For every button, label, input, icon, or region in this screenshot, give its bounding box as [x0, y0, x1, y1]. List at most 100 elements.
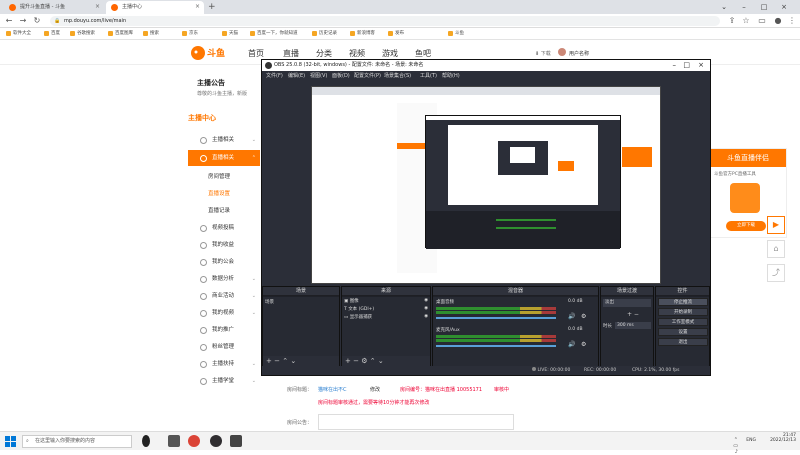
browser-tab-0[interactable]: 提升斗鱼直播 - 斗鱼 × — [4, 1, 104, 14]
language-indicator[interactable]: ENG — [746, 438, 756, 443]
settings-button[interactable]: 设置 — [658, 328, 708, 336]
chrome-icon[interactable] — [188, 435, 200, 447]
bookmark-item[interactable]: 谷歌搜索 — [70, 30, 95, 36]
sidebar-item-anchor[interactable]: 主播相关 ⌄ — [188, 132, 260, 148]
close-icon[interactable]: × — [698, 60, 704, 71]
obs-taskbar-icon[interactable] — [210, 435, 222, 447]
browser-tab-1[interactable]: 主播中心 × — [106, 1, 204, 14]
play-float-button[interactable]: ▶ — [767, 216, 785, 234]
scene-item[interactable]: 场景 — [265, 299, 274, 305]
menu-file[interactable]: 文件(F) — [266, 71, 283, 81]
menu-view[interactable]: 视图(V) — [310, 71, 327, 81]
bookmark-item[interactable]: 搜索 — [143, 30, 159, 36]
app-taskbar-icon[interactable] — [230, 435, 242, 447]
window-close-icon[interactable]: × — [774, 1, 794, 13]
sidebar-item-live[interactable]: 直播相关 ⌃ — [188, 150, 260, 166]
transition-select[interactable]: 淡出 — [603, 299, 651, 307]
ad-download-button[interactable]: 立即下载 — [726, 221, 766, 231]
nav-home[interactable]: 首页 — [248, 48, 264, 59]
extension-icon[interactable]: ▭ — [756, 15, 768, 27]
sidebar-sub-room[interactable]: 房间管理 — [208, 172, 230, 180]
sidebar-item-fans[interactable]: 粉丝管理 — [188, 339, 260, 355]
star-icon[interactable]: ☆ — [740, 15, 752, 27]
minimize-icon[interactable]: – — [734, 1, 754, 13]
remove-icon[interactable]: − — [353, 357, 359, 365]
add-icon[interactable]: + — [345, 357, 351, 365]
reload-icon[interactable]: ↻ — [31, 15, 43, 27]
download-link[interactable]: ⬇ 下载 — [535, 50, 551, 57]
bookmark-item[interactable]: 百度 — [44, 30, 60, 36]
clock-date[interactable]: 2022/12/13 — [770, 438, 796, 443]
eye-icon[interactable]: ◉ — [424, 314, 428, 319]
home-float-button[interactable]: ⌂ — [767, 240, 785, 258]
chevron-up-icon[interactable]: ⌃ — [370, 357, 376, 365]
close-icon[interactable]: × — [95, 3, 100, 10]
remove-icon[interactable]: − — [274, 357, 280, 365]
sidebar-item-support[interactable]: 主播扶持 ⌄ — [188, 356, 260, 372]
volume-slider[interactable] — [436, 345, 556, 347]
source-item[interactable]: T 文本 (GDI+) ◉ — [344, 306, 430, 312]
close-icon[interactable]: × — [195, 3, 200, 10]
gear-icon[interactable]: ⚙ — [581, 313, 586, 320]
nav-category[interactable]: 分类 — [316, 48, 332, 59]
menu-tools[interactable]: 工具(T) — [420, 71, 437, 81]
tab-search-icon[interactable]: ⌄ — [714, 1, 734, 13]
bookmark-item[interactable]: 京东 — [182, 30, 198, 36]
transition-add-icon[interactable]: + − — [627, 311, 639, 318]
forward-icon[interactable]: → — [17, 15, 29, 27]
back-icon[interactable]: ← — [3, 15, 15, 27]
studio-mode-button[interactable]: 工作室模式 — [658, 318, 708, 326]
gear-icon[interactable]: ⚙ — [581, 341, 586, 348]
maximize-icon[interactable]: □ — [754, 1, 774, 13]
sidebar-item-income[interactable]: 我的收益 — [188, 237, 260, 253]
url-input[interactable]: 🔒 mp.douyu.com/live/main — [50, 16, 720, 26]
cortana-icon[interactable] — [142, 435, 150, 447]
menu-docks[interactable]: 面板(D) — [332, 71, 350, 81]
bookmark-item[interactable]: 新浪博客 — [350, 30, 375, 36]
maximize-icon[interactable]: □ — [683, 60, 690, 71]
sidebar-item-promo[interactable]: 我的推广 — [188, 322, 260, 338]
chevron-down-icon[interactable]: ⌄ — [378, 357, 384, 365]
start-recording-button[interactable]: 开始录制 — [658, 308, 708, 316]
menu-edit[interactable]: 编辑(E) — [288, 71, 305, 81]
share-icon[interactable]: ⇪ — [726, 15, 738, 27]
menu-help[interactable]: 帮助(H) — [442, 71, 460, 81]
exit-button[interactable]: 退出 — [658, 338, 708, 346]
bookmark-item[interactable]: 天猫 — [222, 30, 238, 36]
chevron-down-icon[interactable]: ⌄ — [290, 357, 296, 365]
sidebar-item-myvideo[interactable]: 我的视频 ⌄ — [188, 305, 260, 321]
sidebar-sub-record[interactable]: 直播记录 — [208, 206, 230, 214]
sidebar-item-analytics[interactable]: 数据分析 ⌄ — [188, 271, 260, 287]
menu-icon[interactable]: ⋮ — [786, 15, 798, 27]
taskbar-search-input[interactable]: ⌕ 在这里输入你要搜索的内容 — [22, 435, 132, 448]
profile-icon[interactable]: ● — [772, 15, 784, 27]
eye-icon[interactable]: ◉ — [424, 298, 428, 303]
source-item[interactable]: ▭ 显示器捕获 ◉ — [344, 314, 430, 320]
eye-icon[interactable]: ◉ — [424, 306, 428, 311]
sidebar-item-business[interactable]: 商业活动 ⌄ — [188, 288, 260, 304]
bookmark-item[interactable]: 百度一下，你就知道 — [250, 30, 298, 36]
nav-live[interactable]: 直播 — [283, 48, 299, 59]
announcement-input[interactable] — [318, 414, 514, 430]
nav-yuba[interactable]: 鱼吧 — [415, 48, 431, 59]
add-icon[interactable]: + — [266, 357, 272, 365]
menu-profile[interactable]: 配置文件(P) — [354, 71, 381, 81]
modify-link[interactable]: 修改 — [370, 386, 380, 393]
obs-preview[interactable] — [311, 86, 661, 284]
avatar[interactable] — [558, 48, 566, 56]
new-tab-icon[interactable]: + — [208, 2, 216, 12]
chevron-up-icon[interactable]: ⌃ — [282, 357, 288, 365]
bookmark-item[interactable]: 软件大全 — [6, 30, 31, 36]
tray-icons[interactable]: ⌃ ▭ ♪ — [733, 437, 738, 455]
share-float-button[interactable]: ⤴ — [767, 264, 785, 282]
sidebar-sub-settings[interactable]: 直播设置 — [208, 189, 230, 197]
minimize-icon[interactable]: – — [673, 60, 677, 71]
bookmark-item[interactable]: 发布 — [388, 30, 404, 36]
nav-video[interactable]: 视频 — [349, 48, 365, 59]
duration-input[interactable]: 300 ms — [615, 322, 651, 329]
menu-scene-collection[interactable]: 场景集合(S) — [384, 71, 411, 81]
stop-streaming-button[interactable]: 停止推流 — [658, 298, 708, 306]
sidebar-item-video[interactable]: 视频投稿 — [188, 220, 260, 236]
user-name[interactable]: 用户名称 — [569, 50, 589, 57]
sidebar-item-guild[interactable]: 我的公会 — [188, 254, 260, 270]
